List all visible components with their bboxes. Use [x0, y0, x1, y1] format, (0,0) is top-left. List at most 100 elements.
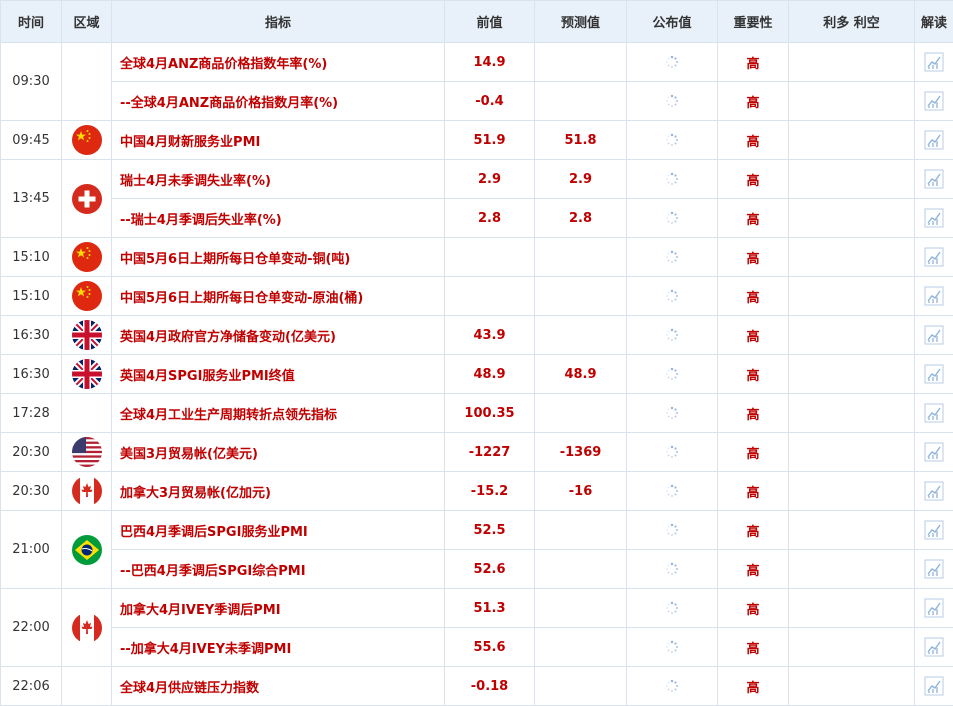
- table-row[interactable]: 16:30 英国4月SPGI服务业PMI终值 48.9 48.9 高: [0, 354, 953, 394]
- chart-analysis-icon[interactable]: [924, 676, 944, 696]
- effect-cell: [788, 666, 915, 706]
- importance-value: 高: [717, 198, 789, 238]
- table-row[interactable]: 15:10 中国5月6日上期所每日仓单变动-铜(吨) 高: [0, 237, 953, 277]
- actual-value: [626, 588, 718, 628]
- indicator-link[interactable]: 全球4月ANZ商品价格指数年率(%): [111, 42, 445, 82]
- analysis-cell: [914, 588, 953, 628]
- actual-value: [626, 276, 718, 316]
- table-row[interactable]: 20:30 美国3月贸易帐(亿美元) -1227 -1369 高: [0, 432, 953, 472]
- indicator-link[interactable]: 中国5月6日上期所每日仓单变动-铜(吨): [111, 237, 445, 277]
- economic-calendar-table: 时间 区域 指标 前值 预测值 公布值 重要性 利多 利空 解读 09:30 全球…: [0, 0, 953, 706]
- table-row[interactable]: --瑞士4月季调后失业率(%) 2.8 2.8 高: [1, 198, 953, 238]
- chart-analysis-icon[interactable]: [924, 598, 944, 618]
- time-cell: 15:10: [0, 237, 62, 277]
- table-row[interactable]: 22:00 加拿大4月IVEY季调后PMI 51.3 高: [0, 588, 953, 667]
- table-row[interactable]: 13:45 瑞士4月未季调失业率(%) 2.9 2.9 高: [0, 159, 953, 238]
- previous-value: -0.18: [444, 666, 535, 706]
- chart-analysis-icon[interactable]: [924, 559, 944, 579]
- chart-analysis-icon[interactable]: [924, 481, 944, 501]
- indicator-link[interactable]: --瑞士4月季调后失业率(%): [111, 198, 445, 238]
- table-row[interactable]: --巴西4月季调后SPGI综合PMI 52.6 高: [1, 549, 953, 589]
- forecast-value: [534, 42, 627, 82]
- actual-value: [626, 432, 718, 472]
- indicator-link[interactable]: 加拿大3月贸易帐(亿加元): [111, 471, 445, 511]
- china-flag-icon: [71, 125, 102, 155]
- actual-value: [626, 471, 718, 511]
- importance-value: 高: [717, 120, 789, 160]
- china-flag-icon: [71, 242, 102, 272]
- chart-analysis-icon[interactable]: [924, 247, 944, 267]
- importance-value: 高: [717, 315, 789, 355]
- importance-value: 高: [717, 666, 789, 706]
- table-row[interactable]: --全球4月ANZ商品价格指数月率(%) -0.4 高: [1, 81, 953, 121]
- header-analysis: 解读: [914, 0, 953, 43]
- analysis-cell: [914, 198, 953, 238]
- indicator-link[interactable]: 英国4月政府官方净储备变动(亿美元): [111, 315, 445, 355]
- previous-value: [444, 276, 535, 316]
- table-row[interactable]: 09:30 全球4月ANZ商品价格指数年率(%) 14.9 高: [0, 42, 953, 121]
- indicator-link[interactable]: --全球4月ANZ商品价格指数月率(%): [111, 81, 445, 121]
- time-cell: 15:10: [0, 276, 62, 316]
- forecast-value: [534, 627, 627, 667]
- effect-cell: [788, 393, 915, 433]
- indicator-link[interactable]: --加拿大4月IVEY未季调PMI: [111, 627, 445, 667]
- table-row[interactable]: 16:30 英国4月政府官方净储备变动(亿美元) 43.9 高: [0, 315, 953, 355]
- loading-spinner-icon: [665, 562, 679, 577]
- chart-analysis-icon[interactable]: [924, 169, 944, 189]
- importance-value: 高: [717, 393, 789, 433]
- analysis-cell: [914, 237, 953, 277]
- chart-analysis-icon[interactable]: [924, 208, 944, 228]
- actual-value: [626, 393, 718, 433]
- chart-analysis-icon[interactable]: [924, 637, 944, 657]
- indicator-link[interactable]: 中国4月财新服务业PMI: [111, 120, 445, 160]
- indicator-link[interactable]: 全球4月供应链压力指数: [111, 666, 445, 706]
- loading-spinner-icon: [665, 523, 679, 538]
- previous-value: 100.35: [444, 393, 535, 433]
- time-cell: 09:45: [0, 120, 62, 160]
- header-indicator: 指标: [111, 0, 445, 43]
- actual-value: [626, 198, 718, 238]
- chart-analysis-icon[interactable]: [924, 91, 944, 111]
- time-cell: 09:30: [0, 42, 62, 121]
- table-row[interactable]: 21:00 巴西4月季调后SPGI服务业PMI 52.5 高: [0, 510, 953, 589]
- table-row[interactable]: --加拿大4月IVEY未季调PMI 55.6 高: [1, 627, 953, 667]
- chart-analysis-icon[interactable]: [924, 364, 944, 384]
- chart-analysis-icon[interactable]: [924, 325, 944, 345]
- indicator-link[interactable]: 中国5月6日上期所每日仓单变动-原油(桶): [111, 276, 445, 316]
- chart-analysis-icon[interactable]: [924, 442, 944, 462]
- importance-value: 高: [717, 354, 789, 394]
- uk-flag-icon: [71, 320, 102, 350]
- chart-analysis-icon[interactable]: [924, 130, 944, 150]
- forecast-value: [534, 393, 627, 433]
- time-cell: 22:06: [0, 666, 62, 706]
- table-row[interactable]: 15:10 中国5月6日上期所每日仓单变动-原油(桶) 高: [0, 276, 953, 316]
- chart-analysis-icon[interactable]: [924, 286, 944, 306]
- effect-cell: [788, 354, 915, 394]
- indicator-link[interactable]: 全球4月工业生产周期转折点领先指标: [111, 393, 445, 433]
- indicator-link[interactable]: --巴西4月季调后SPGI综合PMI: [111, 549, 445, 589]
- table-row[interactable]: 09:45 中国4月财新服务业PMI 51.9 51.8 高: [0, 120, 953, 160]
- table-row[interactable]: 20:30 加拿大3月贸易帐(亿加元) -15.2 -16 高: [0, 471, 953, 511]
- region-cell: [61, 120, 112, 160]
- forecast-value: -16: [534, 471, 627, 511]
- indicator-link[interactable]: 美国3月贸易帐(亿美元): [111, 432, 445, 472]
- usa-flag-icon: [71, 437, 102, 467]
- indicator-link[interactable]: 英国4月SPGI服务业PMI终值: [111, 354, 445, 394]
- table-row[interactable]: 17:28 全球4月工业生产周期转折点领先指标 100.35 高: [0, 393, 953, 433]
- indicator-link[interactable]: 巴西4月季调后SPGI服务业PMI: [111, 510, 445, 550]
- chart-analysis-icon[interactable]: [924, 520, 944, 540]
- switzerland-flag-icon: [71, 183, 102, 214]
- forecast-value: [534, 237, 627, 277]
- loading-spinner-icon: [665, 94, 679, 109]
- canada-flag-icon: [71, 612, 102, 643]
- effect-cell: [788, 549, 915, 589]
- chart-analysis-icon[interactable]: [924, 52, 944, 72]
- importance-value: 高: [717, 471, 789, 511]
- forecast-value: [534, 549, 627, 589]
- loading-spinner-icon: [665, 445, 679, 460]
- indicator-link[interactable]: 瑞士4月未季调失业率(%): [111, 159, 445, 199]
- chart-analysis-icon[interactable]: [924, 403, 944, 423]
- table-row[interactable]: 22:06 全球4月供应链压力指数 -0.18 高: [0, 666, 953, 706]
- indicator-link[interactable]: 加拿大4月IVEY季调后PMI: [111, 588, 445, 628]
- table-body: 09:30 全球4月ANZ商品价格指数年率(%) 14.9 高 --全球4月ANZ商品价…: [0, 42, 953, 706]
